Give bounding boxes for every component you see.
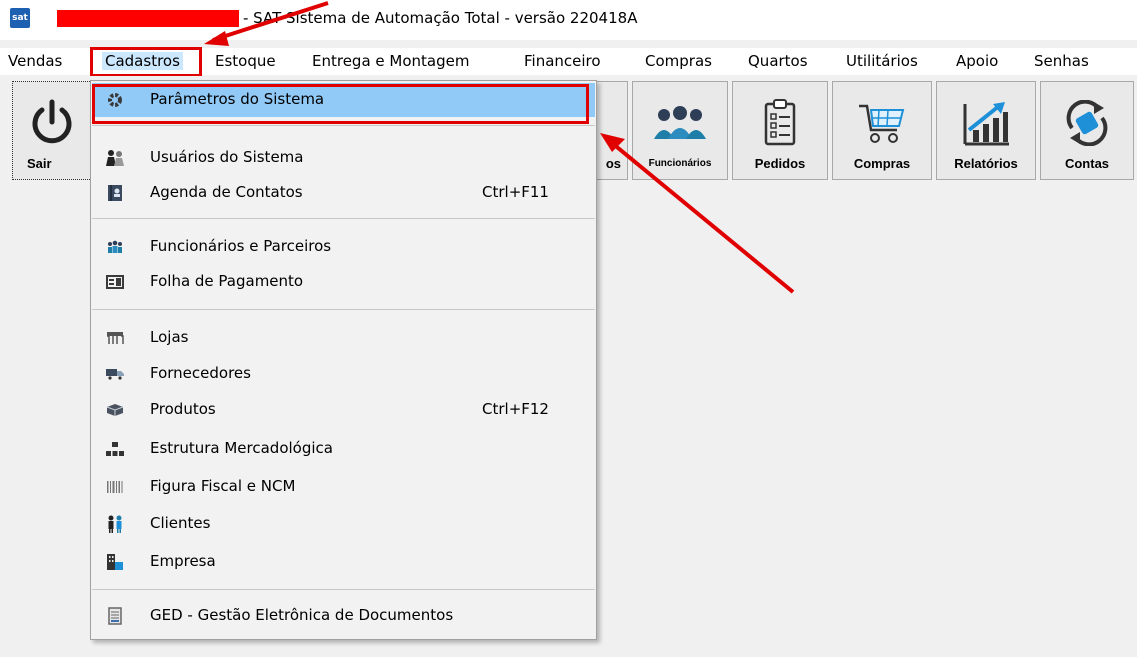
toolbar-label: Contas [1064,156,1110,171]
menu-item-label: Fornecedores [150,364,251,382]
power-icon [13,96,91,150]
menu-item-lojas[interactable]: Lojas [92,321,595,355]
menu-utilitarios[interactable]: Utilitários [846,52,918,70]
toolbar-label: Sair [27,156,52,171]
menu-item-figura-fiscal-ncm[interactable]: Figura Fiscal e NCM [92,470,595,504]
bar-chart-icon [937,96,1035,150]
cadastros-dropdown-menu: Parâmetros do Sistema Usuários do Sistem… [90,80,597,640]
clipboard-list-icon [733,96,827,150]
menu-item-label: Lojas [150,328,189,346]
menu-item-label: Agenda de Contatos [150,183,303,201]
menu-cadastros[interactable]: Cadastros [102,52,183,70]
building-icon [106,553,124,571]
sat-logo-icon: sat [10,8,30,28]
menu-item-produtos[interactable]: Produtos Ctrl+F12 [92,393,595,427]
menu-item-label: GED - Gestão Eletrônica de Documentos [150,606,454,624]
toolbar-button-contas[interactable]: Contas [1040,81,1134,180]
toolbar-label: Compras [853,156,911,171]
users-icon [106,149,124,167]
menu-entrega-montagem[interactable]: Entrega e Montagem [312,52,469,70]
toolbar-label: Funcionários [648,158,712,169]
menu-item-label: Usuários do Sistema [150,148,304,166]
menu-item-funcionarios-e-parceiros[interactable]: Funcionários e Parceiros [92,230,595,264]
payroll-icon [106,273,124,291]
clients-icon [106,515,124,533]
menu-compras[interactable]: Compras [645,52,712,70]
menu-financeiro[interactable]: Financeiro [524,52,601,70]
gear-icon [106,91,124,109]
team-icon [633,96,727,150]
menu-estoque[interactable]: Estoque [215,52,276,70]
menu-item-clientes[interactable]: Clientes [92,507,595,541]
shopping-cart-icon [833,96,931,150]
menu-item-parametros-do-sistema[interactable]: Parâmetros do Sistema [92,83,595,117]
barcode-icon [106,478,124,496]
menu-item-label: Empresa [150,552,216,570]
menu-item-shortcut: Ctrl+F11 [482,183,549,201]
hierarchy-icon [106,440,124,458]
menu-item-shortcut: Ctrl+F12 [482,400,549,418]
menu-item-label: Produtos [150,400,216,418]
toolbar-button-funcionarios[interactable]: Funcionários [632,81,728,180]
menu-item-fornecedores[interactable]: Fornecedores [92,357,595,391]
menu-vendas[interactable]: Vendas [8,52,62,70]
menu-apoio[interactable]: Apoio [956,52,998,70]
menu-item-label: Funcionários e Parceiros [150,237,332,255]
menu-item-label: Folha de Pagamento [150,272,304,290]
toolbar-label: Relatórios [954,156,1018,171]
toolbar-label: Pedidos [754,156,806,171]
document-icon [106,607,124,625]
menu-item-agenda-de-contatos[interactable]: Agenda de Contatos Ctrl+F11 [92,176,595,210]
money-cycle-icon [1041,96,1133,150]
menu-item-ged[interactable]: GED - Gestão Eletrônica de Documentos [92,599,595,633]
menu-item-label: Parâmetros do Sistema [150,90,325,108]
title-bar: sat - SAT Sistema de Automação Total - v… [0,0,1137,40]
redacted-company-name [57,10,239,27]
menu-separator [92,309,595,310]
toolbar-button-pedidos[interactable]: Pedidos [732,81,828,180]
menu-item-empresa[interactable]: Empresa [92,545,595,579]
menu-separator [92,125,595,126]
menu-senhas[interactable]: Senhas [1034,52,1089,70]
menu-item-label: Clientes [150,514,211,532]
toolbar-button-compras[interactable]: Compras [832,81,932,180]
store-icon [106,329,124,347]
menu-separator [92,218,595,219]
address-book-icon [106,184,124,202]
truck-icon [106,365,124,383]
window-title: - SAT Sistema de Automação Total - versã… [243,9,638,27]
toolbar-button-sair[interactable]: Sair [12,81,92,180]
menu-item-folha-de-pagamento[interactable]: Folha de Pagamento [92,265,595,299]
menu-quartos[interactable]: Quartos [748,52,808,70]
team-icon [106,238,124,256]
menu-item-label: Estrutura Mercadológica [150,439,333,457]
toolbar-button-relatorios[interactable]: Relatórios [936,81,1036,180]
menu-item-usuarios-do-sistema[interactable]: Usuários do Sistema [92,141,595,175]
menu-item-estrutura-mercadologica[interactable]: Estrutura Mercadológica [92,432,595,466]
menu-separator [92,589,595,590]
menu-item-label: Figura Fiscal e NCM [150,477,296,495]
menu-bar: Vendas Cadastros Estoque Entrega e Monta… [0,48,1137,75]
box-icon [106,401,124,419]
